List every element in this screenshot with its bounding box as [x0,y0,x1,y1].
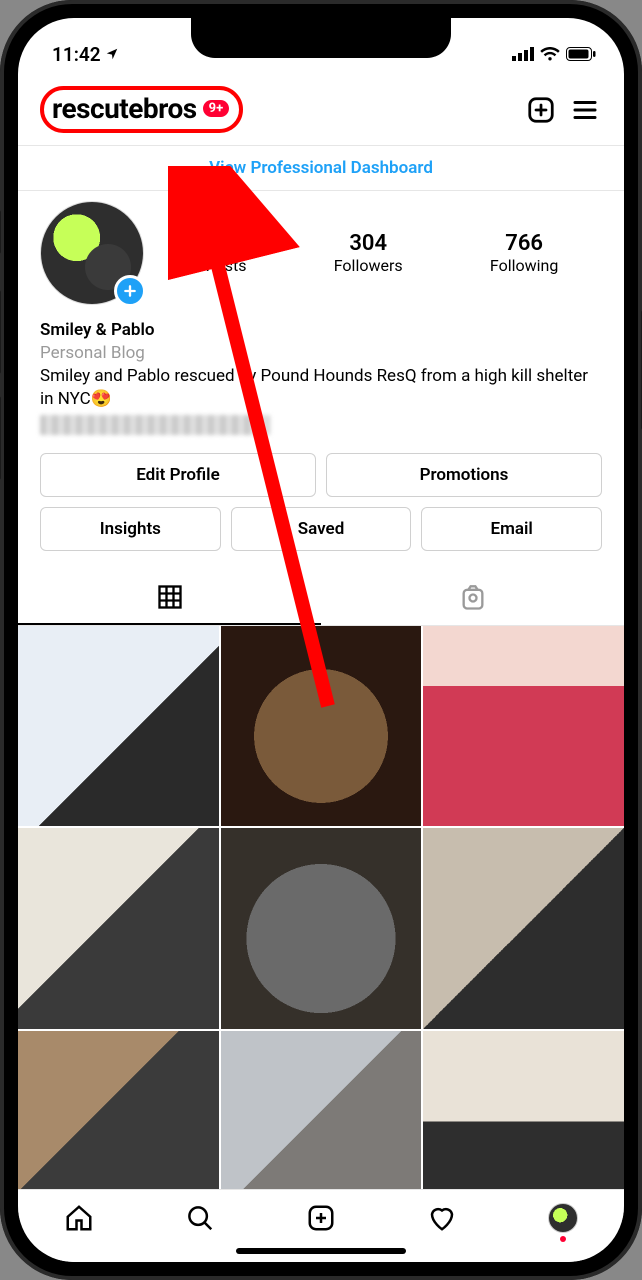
posts-grid [18,626,624,1232]
stat-value: 304 [334,231,403,256]
bio-link-redacted [40,415,270,435]
tab-tagged[interactable] [321,571,624,625]
content-tabs [18,571,624,626]
professional-dashboard-link[interactable]: View Professional Dashboard [18,146,624,190]
tab-grid[interactable] [18,571,321,625]
nav-profile[interactable] [547,1202,579,1234]
post-thumbnail[interactable] [18,626,219,827]
insights-button[interactable]: Insights [40,507,221,551]
cellular-icon [512,47,534,61]
notification-dot [560,1236,566,1242]
home-indicator[interactable] [236,1248,406,1254]
post-thumbnail[interactable] [423,626,624,827]
stat-following[interactable]: 766 Following [490,231,558,275]
volume-up [0,290,1,374]
nav-home[interactable] [63,1202,95,1234]
stat-label: Posts [206,256,247,275]
volume-down [0,396,1,480]
battery-icon [566,47,596,61]
profile-header: rescutebros 9+ [18,76,624,145]
create-button[interactable] [524,93,558,127]
nav-activity[interactable] [426,1202,458,1234]
stat-followers[interactable]: 304 Followers [334,231,403,275]
bio-text: Smiley and Pablo rescued by Pound Hounds… [40,365,602,411]
saved-button[interactable]: Saved [231,507,412,551]
silent-switch [0,210,1,254]
stat-posts[interactable]: 370 Posts [206,231,247,275]
post-thumbnail[interactable] [221,626,422,827]
username-switcher[interactable]: rescutebros 9+ [40,86,243,133]
wifi-icon [540,47,560,61]
promotions-button[interactable]: Promotions [326,453,602,497]
display-name: Smiley & Pablo [40,319,602,342]
post-thumbnail[interactable] [221,828,422,1029]
menu-button[interactable] [568,93,602,127]
nav-create[interactable] [305,1202,337,1234]
status-right [512,47,596,61]
notification-badge: 9+ [203,100,230,117]
grid-icon [156,583,184,611]
profile-actions: Edit Profile Promotions Insights Saved E… [18,441,624,555]
stat-label: Followers [334,256,403,275]
email-button[interactable]: Email [421,507,602,551]
stats: 370 Posts 304 Followers 766 Following [162,231,602,275]
avatar[interactable] [40,201,144,305]
search-icon [185,1203,215,1233]
bio-section: Smiley & Pablo Personal Blog Smiley and … [18,309,624,441]
notch [191,18,451,58]
post-thumbnail[interactable] [18,828,219,1029]
plus-square-icon [306,1203,336,1233]
avatar-icon [548,1203,578,1233]
tagged-icon [459,584,487,612]
status-left: 11:42 [52,43,119,66]
location-icon [105,47,119,61]
username-text: rescutebros [52,92,197,125]
heart-icon [427,1203,457,1233]
category: Personal Blog [40,342,602,365]
edit-profile-button[interactable]: Edit Profile [40,453,316,497]
screen: 11:42 rescutebros 9+ View Pro [18,18,624,1262]
profile-stats-row: 370 Posts 304 Followers 766 Following [18,191,624,309]
hamburger-icon [570,95,600,125]
plus-icon [122,283,138,299]
home-icon [64,1203,94,1233]
post-thumbnail[interactable] [423,828,624,1029]
nav-search[interactable] [184,1202,216,1234]
plus-square-icon [526,95,556,125]
stat-label: Following [490,256,558,275]
phone-frame: 11:42 rescutebros 9+ View Pro [0,0,642,1280]
add-story-button[interactable] [114,275,146,307]
stat-value: 766 [490,231,558,256]
status-time: 11:42 [52,43,101,66]
stat-value: 370 [206,231,247,256]
